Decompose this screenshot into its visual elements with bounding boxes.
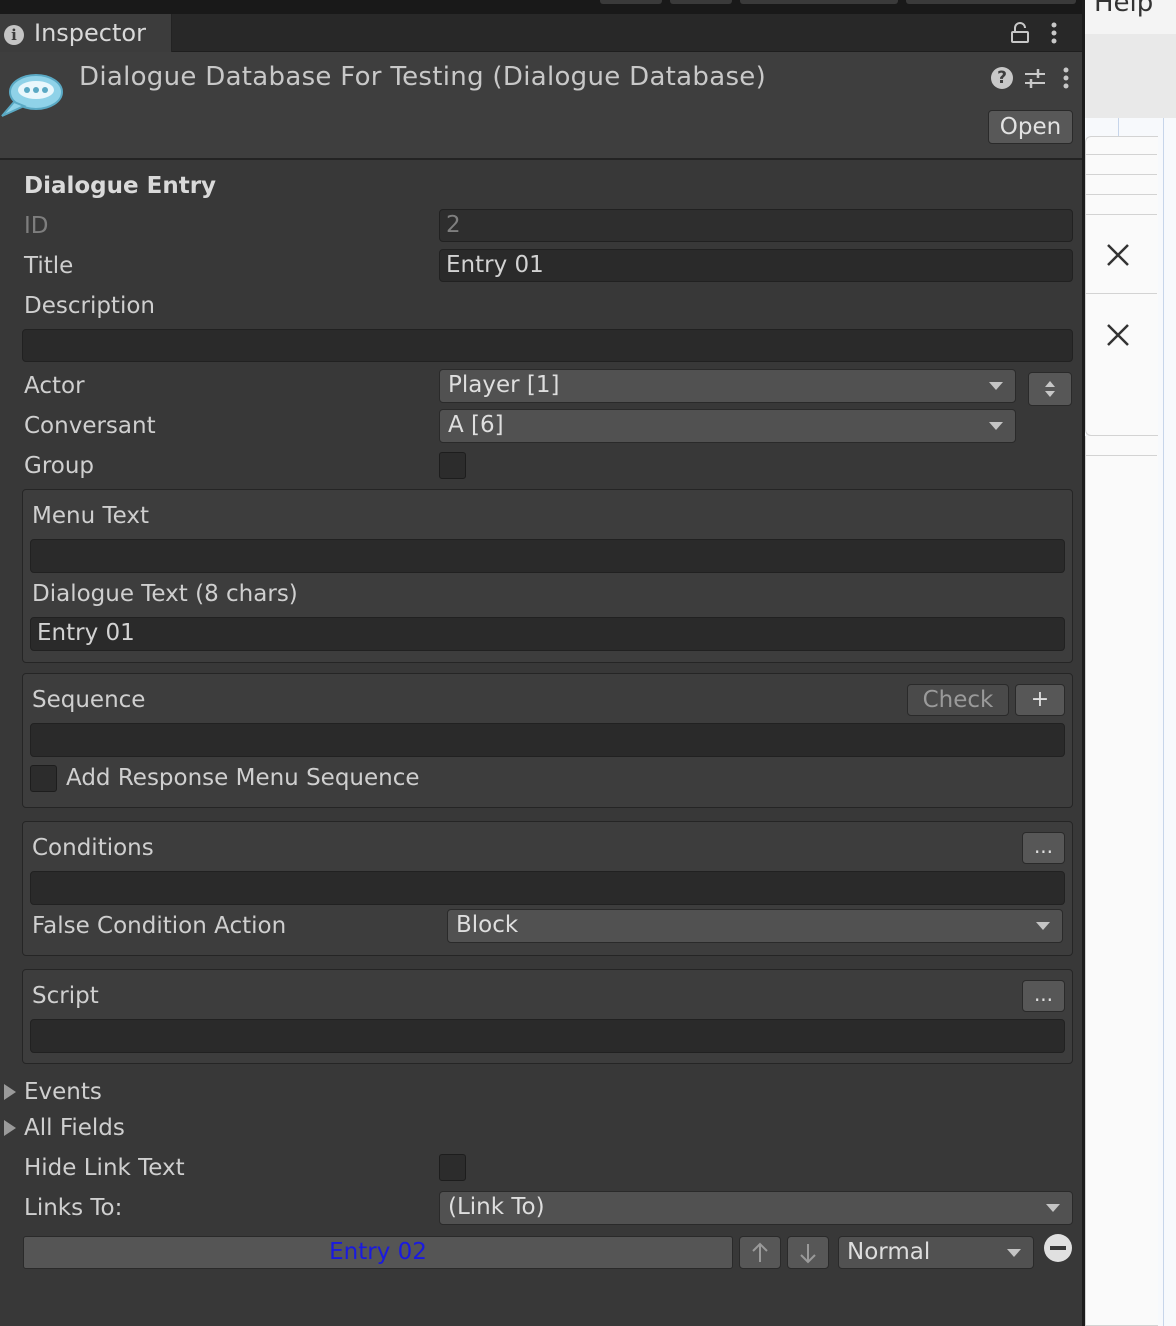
- swap-actors-button[interactable]: [1028, 372, 1072, 406]
- close-icon[interactable]: [1106, 243, 1130, 267]
- swap-arrows-icon: [1045, 381, 1055, 397]
- title-field[interactable]: Entry 01: [439, 249, 1073, 282]
- move-link-down-button[interactable]: [787, 1236, 829, 1269]
- move-link-up-button[interactable]: [739, 1236, 781, 1269]
- id-label: ID: [24, 213, 49, 239]
- check-button[interactable]: Check: [907, 684, 1009, 716]
- false-condition-action-dropdown[interactable]: Block: [447, 909, 1063, 943]
- toolbar-button[interactable]: [670, 0, 732, 4]
- foldout-arrow-icon[interactable]: [3, 1119, 17, 1137]
- node-card: [1085, 436, 1158, 1326]
- actor-value: Player [1]: [448, 372, 560, 398]
- false-condition-action-label: False Condition Action: [32, 913, 287, 939]
- divider: [1085, 194, 1157, 195]
- toolbar-button[interactable]: [740, 0, 898, 4]
- links-to-dropdown[interactable]: (Link To): [439, 1191, 1073, 1225]
- add-response-menu-sequence-label: Add Response Menu Sequence: [66, 765, 420, 791]
- conversant-value: A [6]: [448, 412, 504, 438]
- divider: [1085, 293, 1157, 294]
- settings-sliders-icon[interactable]: [1023, 66, 1047, 90]
- chevron-down-icon: [1036, 922, 1050, 930]
- chevron-down-icon: [989, 382, 1003, 390]
- remove-link-icon[interactable]: [1044, 1234, 1072, 1262]
- script-field[interactable]: [30, 1019, 1065, 1053]
- sequence-label: Sequence: [32, 687, 146, 713]
- conditions-label: Conditions: [32, 835, 154, 861]
- arrow-up-icon: [752, 1242, 768, 1262]
- conversant-dropdown[interactable]: A [6]: [439, 409, 1016, 443]
- kebab-menu-icon[interactable]: [1047, 21, 1061, 45]
- kebab-menu-icon[interactable]: [1059, 66, 1073, 90]
- id-field: 2: [439, 209, 1073, 242]
- node-card: [1085, 136, 1158, 436]
- chevron-down-icon: [1007, 1249, 1021, 1257]
- add-response-menu-sequence-checkbox[interactable]: [30, 765, 57, 792]
- group-label: Group: [24, 453, 95, 479]
- chevron-down-icon: [1046, 1204, 1060, 1212]
- title-label: Title: [24, 253, 74, 279]
- dialogue-text-label: Dialogue Text (8 chars): [32, 581, 298, 607]
- divider: [1085, 154, 1157, 155]
- all-fields-foldout[interactable]: All Fields: [24, 1115, 125, 1141]
- sequence-field[interactable]: [30, 723, 1065, 757]
- group-checkbox[interactable]: [439, 452, 466, 479]
- conditions-wizard-button[interactable]: ...: [1022, 832, 1065, 864]
- actor-dropdown[interactable]: Player [1]: [439, 369, 1016, 403]
- dialogue-text-field[interactable]: Entry 01: [30, 617, 1065, 651]
- links-to-label: Links To:: [24, 1195, 123, 1221]
- lock-icon[interactable]: [1010, 22, 1030, 44]
- close-icon[interactable]: [1106, 323, 1130, 347]
- events-foldout[interactable]: Events: [24, 1079, 102, 1105]
- menu-text-label: Menu Text: [32, 503, 149, 529]
- link-priority-dropdown[interactable]: Normal: [838, 1236, 1034, 1269]
- help-icon[interactable]: ?: [991, 67, 1013, 89]
- chevron-down-icon: [989, 422, 1003, 430]
- conditions-field[interactable]: [30, 871, 1065, 905]
- window-top-strip: [0, 0, 1082, 14]
- divider: [1085, 174, 1157, 175]
- script-wizard-button[interactable]: ...: [1022, 980, 1065, 1012]
- info-icon: i: [4, 25, 24, 45]
- section-title: Dialogue Entry: [24, 173, 217, 199]
- page-title: Dialogue Database For Testing (Dialogue …: [79, 62, 767, 92]
- help-menu[interactable]: Help: [1094, 0, 1153, 18]
- divider: [1085, 214, 1157, 215]
- divider: [1085, 455, 1157, 456]
- foldout-arrow-icon[interactable]: [3, 1083, 17, 1101]
- grid-line: [1163, 118, 1164, 1326]
- menu-text-field[interactable]: [30, 539, 1065, 573]
- arrow-down-icon: [800, 1244, 816, 1264]
- script-label: Script: [32, 983, 99, 1009]
- hide-link-text-label: Hide Link Text: [24, 1155, 185, 1181]
- hide-link-text-checkbox[interactable]: [439, 1154, 466, 1181]
- description-label: Description: [24, 293, 155, 319]
- add-sequence-button[interactable]: +: [1015, 684, 1065, 716]
- toolbar-button[interactable]: [600, 0, 662, 4]
- description-field[interactable]: [22, 329, 1073, 362]
- link-priority-value: Normal: [847, 1239, 931, 1265]
- links-to-value: (Link To): [448, 1194, 545, 1220]
- false-condition-action-value: Block: [456, 912, 519, 938]
- link-entry-button[interactable]: Entry 02: [23, 1236, 733, 1269]
- tab-label: Inspector: [34, 19, 146, 47]
- open-button[interactable]: Open: [988, 110, 1073, 144]
- chat-bubbles-icon: [1, 74, 63, 117]
- toolbar-button[interactable]: [906, 0, 1076, 4]
- conversant-label: Conversant: [24, 413, 156, 439]
- actor-label: Actor: [24, 373, 85, 399]
